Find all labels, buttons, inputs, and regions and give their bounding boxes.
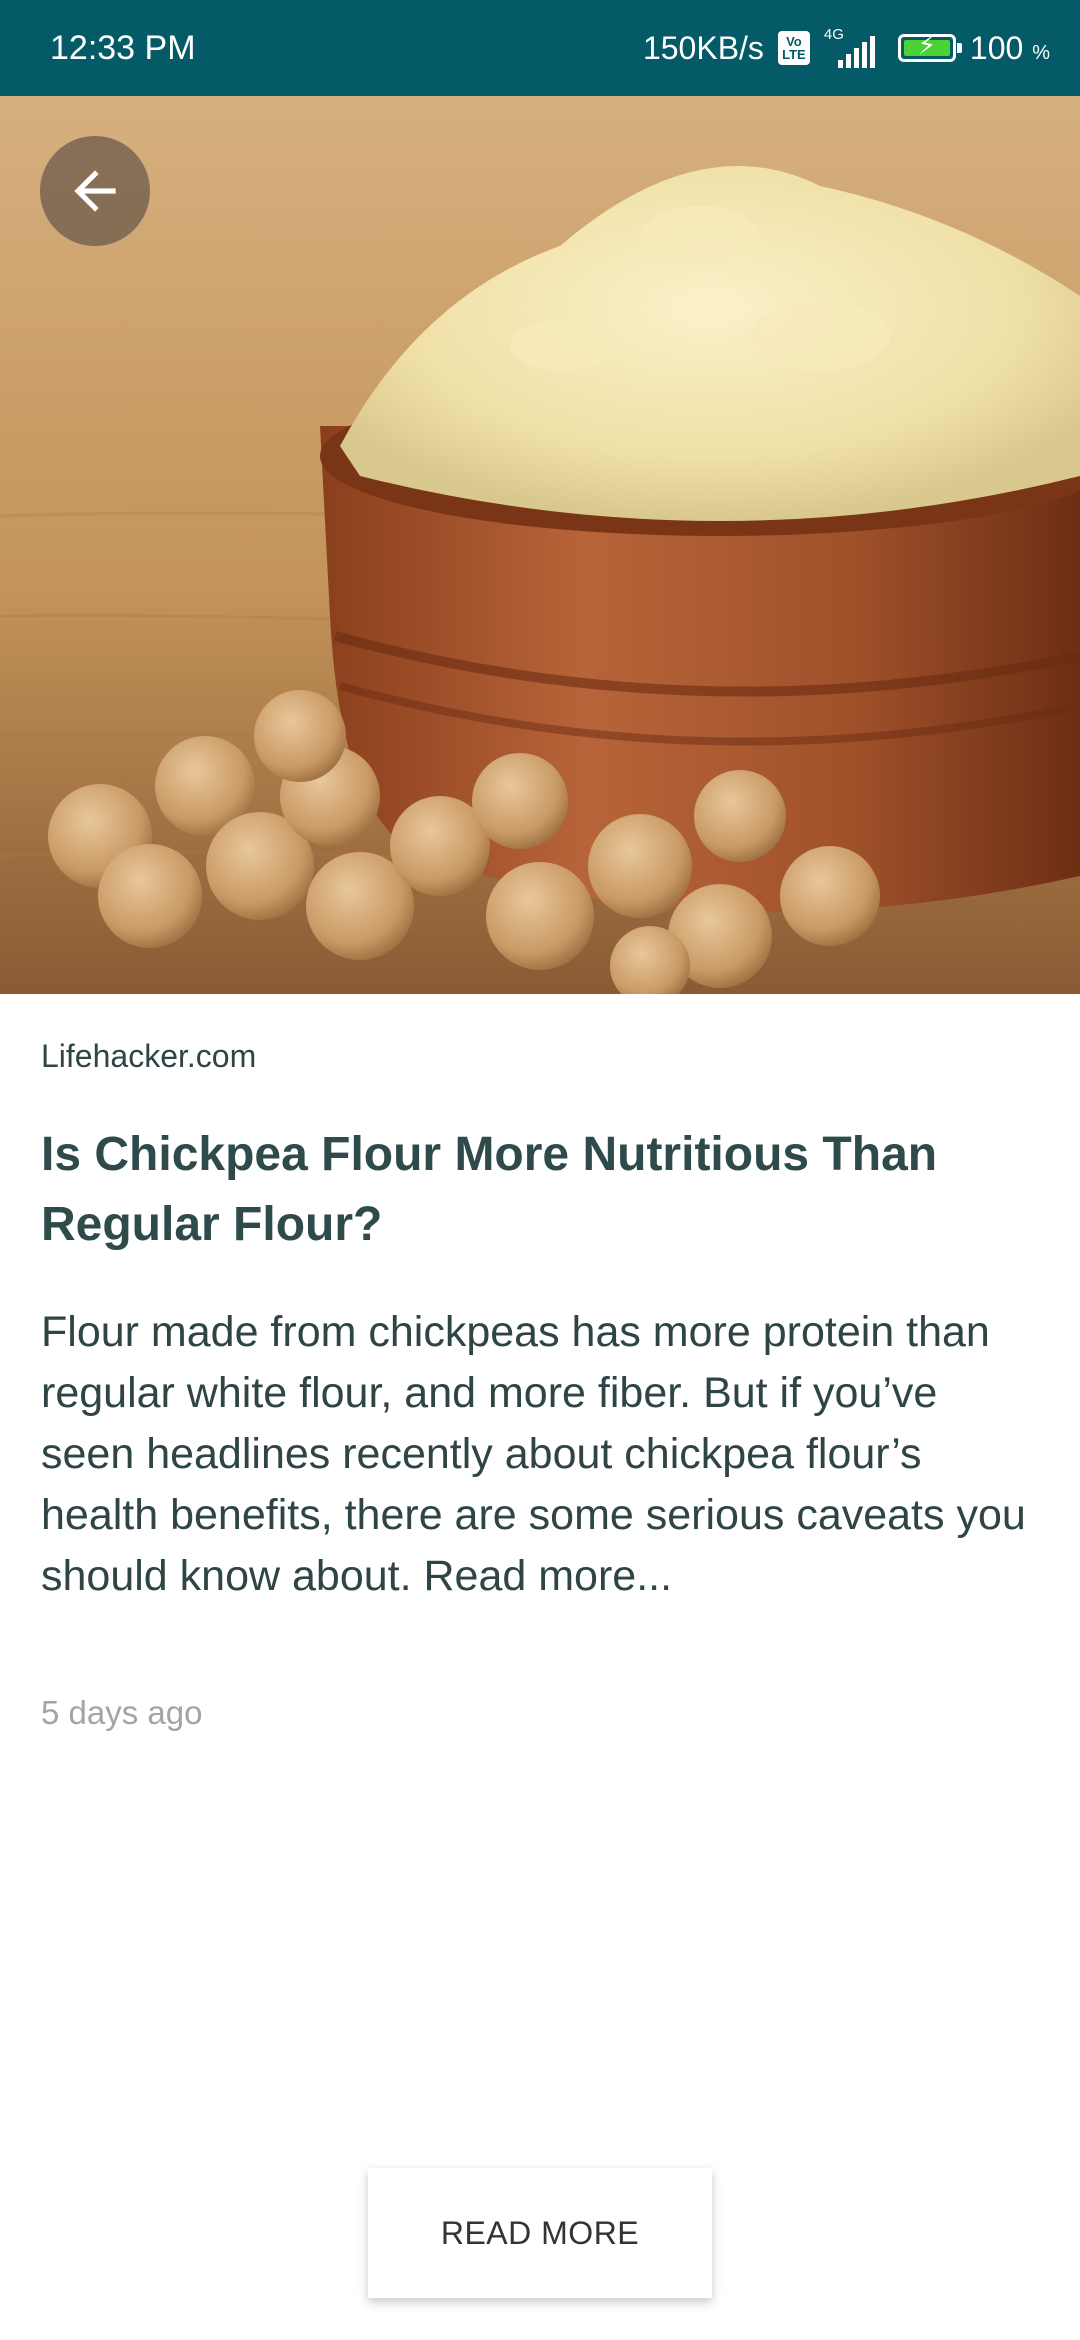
network-speed: 150KB/s xyxy=(642,29,764,66)
back-button[interactable] xyxy=(40,136,150,246)
article-time-ago: 5 days ago xyxy=(41,1694,203,1731)
article-hero-image xyxy=(0,96,1080,994)
volte-icon: Vo LTE xyxy=(777,31,810,65)
read-more-button[interactable]: READ MORE xyxy=(368,2168,712,2298)
status-bar: 12:33 PM 150KB/s Vo LTE 4G ⚡ 100 % xyxy=(0,0,1080,96)
chickpea-flour-illustration xyxy=(0,96,1080,994)
arrow-left-icon xyxy=(74,170,116,212)
battery-icon: ⚡ xyxy=(897,30,962,62)
status-time: 12:33 PM xyxy=(50,29,196,67)
battery-percentage: 100 % xyxy=(969,29,1050,66)
article-source: Lifehacker.com xyxy=(41,1038,257,1074)
article-title: Is Chickpea Flour More Nutritious Than R… xyxy=(41,1128,938,1251)
signal-icon: 4G xyxy=(824,26,884,68)
status-icons: 150KB/s Vo LTE 4G ⚡ 100 % xyxy=(643,0,1050,96)
article-description: Flour made from chickpeas has more prote… xyxy=(41,1308,1026,1600)
